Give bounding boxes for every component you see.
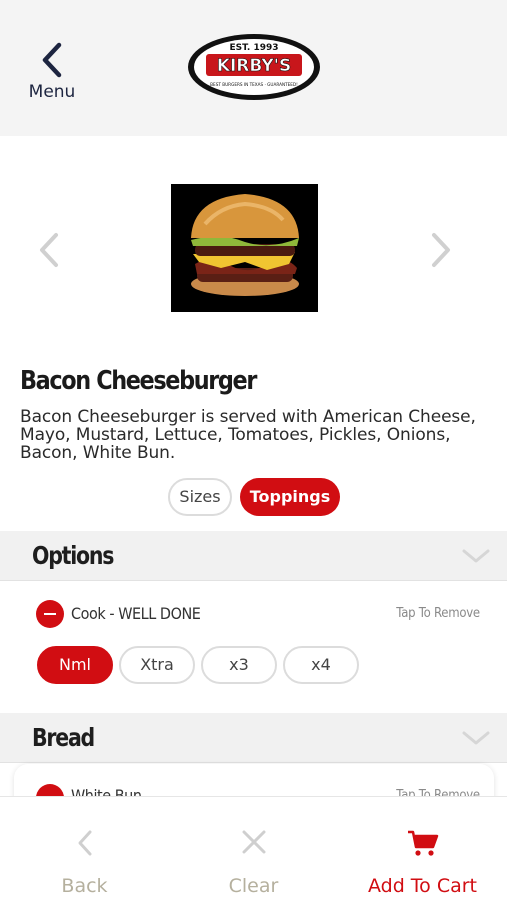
clear-label: Clear	[228, 875, 279, 897]
quantity-option-x3[interactable]: x3	[201, 646, 277, 684]
option-label: Cook - WELL DONE	[71, 604, 201, 623]
option-row-cook: Cook - WELL DONE Tap To Remove	[0, 594, 507, 634]
menu-label: Menu	[28, 82, 76, 102]
tab-toppings[interactable]: Toppings	[240, 478, 340, 516]
tab-sizes[interactable]: Sizes	[168, 478, 232, 516]
previous-arrow-icon[interactable]	[36, 232, 62, 268]
product-image	[171, 184, 318, 312]
quantity-option-xtra[interactable]: Xtra	[119, 646, 195, 684]
menu-back-button[interactable]: Menu	[20, 36, 84, 108]
app-header: Menu EST. 1993 KIRBY'S BEST BURGERS IN T…	[0, 0, 507, 136]
section-header-options[interactable]: Options	[0, 531, 507, 581]
tap-to-remove-link[interactable]: Tap To Remove	[396, 606, 480, 621]
burger-illustration	[171, 184, 318, 312]
next-arrow-icon[interactable]	[428, 232, 454, 268]
kirbys-logo: EST. 1993 KIRBY'S BEST BURGERS IN TEXAS …	[188, 34, 320, 100]
bottom-action-bar: Back Clear Add To Cart	[0, 796, 507, 900]
product-image-carousel	[0, 150, 507, 350]
section-title-options: Options	[32, 541, 114, 570]
back-label: Back	[61, 875, 108, 897]
svg-text:BEST BURGERS IN TEXAS · GUARAN: BEST BURGERS IN TEXAS · GUARANTEED!	[210, 82, 298, 87]
add-to-cart-label: Add To Cart	[367, 875, 478, 897]
shopping-cart-icon	[407, 830, 438, 856]
remove-icon[interactable]	[36, 600, 64, 628]
chevron-down-icon	[462, 731, 490, 745]
svg-text:EST. 1993: EST. 1993	[229, 43, 278, 53]
back-button[interactable]: Back	[0, 797, 169, 900]
section-title-bread: Bread	[32, 723, 95, 752]
add-to-cart-button[interactable]: Add To Cart	[338, 797, 507, 900]
svg-text:KIRBY'S: KIRBY'S	[217, 56, 291, 76]
chevron-down-icon	[462, 549, 490, 563]
clear-button[interactable]: Clear	[169, 797, 338, 900]
product-description: Bacon Cheeseburger is served with Americ…	[20, 407, 476, 463]
quantity-option-x4[interactable]: x4	[283, 646, 359, 684]
section-header-bread[interactable]: Bread	[0, 713, 507, 763]
chevron-left-icon	[42, 42, 62, 78]
product-title: Bacon Cheeseburger	[20, 366, 257, 396]
chevron-left-icon	[78, 830, 91, 856]
quantity-option-nml[interactable]: Nml	[37, 646, 113, 684]
close-icon	[242, 830, 265, 854]
